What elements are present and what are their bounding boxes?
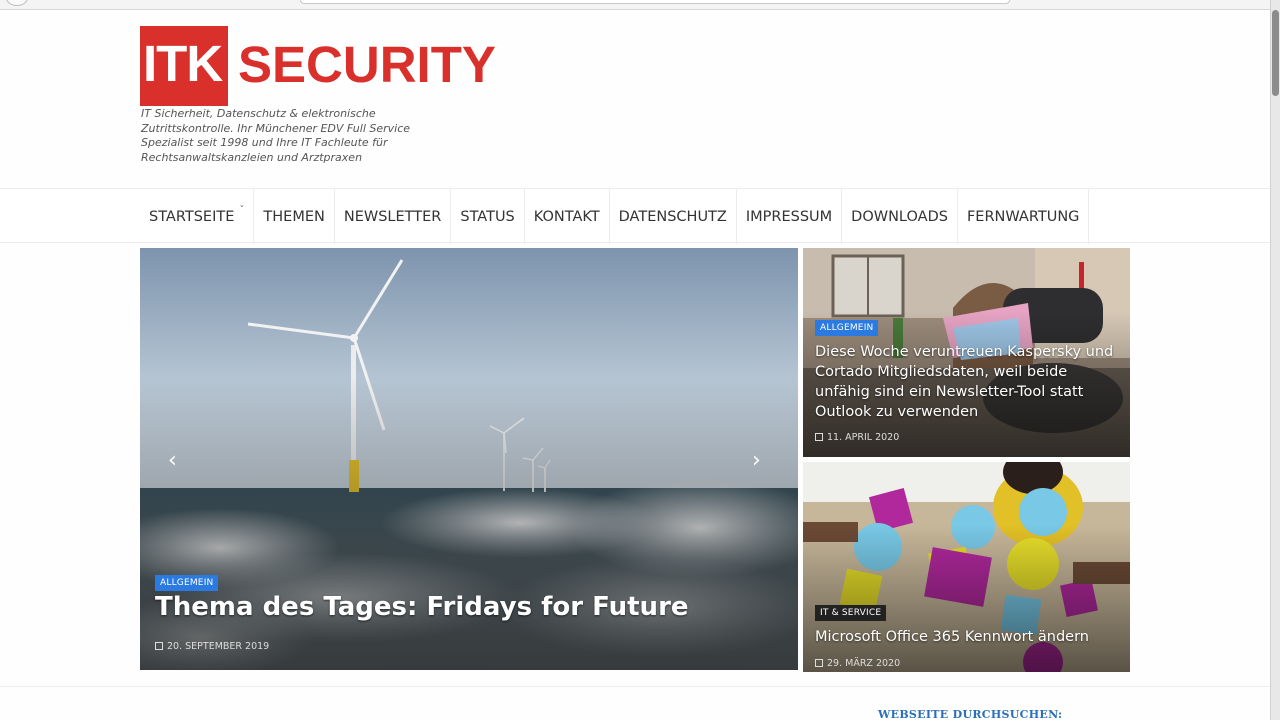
date-text: 11. APRIL 2020	[827, 432, 900, 443]
nav-label: KONTAKT	[533, 208, 600, 225]
side-post-date: 29. MÄRZ 2020	[815, 658, 900, 669]
nav-item-kontakt[interactable]: KONTAKT	[525, 189, 610, 244]
address-bar[interactable]	[300, 0, 1010, 4]
nav-label: DATENSCHUTZ	[618, 208, 727, 225]
search-widget-title: WEBSEITE DURCHSUCHEN:	[878, 708, 1063, 720]
nav-label: STARTSEITE	[149, 208, 235, 225]
logo-wordmark[interactable]: SECURITY	[238, 35, 496, 94]
side-post-date: 11. APRIL 2020	[815, 432, 899, 443]
side-post-title[interactable]: Diese Woche veruntreuen Kaspersky und Co…	[815, 342, 1121, 422]
dropdown-caret-icon: ˇ	[239, 205, 245, 216]
side-post-card[interactable]: IT & SERVICE Microsoft Office 365 Kennwo…	[803, 462, 1130, 672]
nav-label: DOWNLOADS	[851, 208, 948, 225]
nav-label: NEWSLETTER	[343, 208, 442, 225]
site-tagline: IT Sicherheit, Datenschutz & elektronisc…	[141, 107, 411, 164]
featured-slider[interactable]: ‹ › ALLGEMEIN Thema des Tages: Fridays f…	[140, 248, 798, 670]
category-badge[interactable]: ALLGEMEIN	[155, 575, 219, 591]
side-post-card[interactable]: ALLGEMEIN Diese Woche veruntreuen Kasper…	[803, 248, 1130, 457]
image-overlay	[140, 374, 798, 670]
nav-item-status[interactable]: STATUS	[451, 189, 525, 244]
featured-post-title[interactable]: Thema des Tages: Fridays for Future	[155, 592, 689, 622]
web-page: ITK SECURITY IT Sicherheit, Datenschutz …	[0, 10, 1270, 720]
browser-toolbar	[0, 0, 1280, 10]
nav-item-fernwartung[interactable]: FERNWARTUNG	[958, 189, 1090, 244]
date-text: 20. SEPTEMBER 2019	[167, 641, 270, 652]
slider-prev-icon[interactable]: ‹	[168, 448, 177, 473]
nav-label: STATUS	[460, 208, 515, 225]
calendar-icon	[815, 659, 823, 667]
nav-label: THEMEN	[263, 208, 325, 225]
calendar-icon	[155, 642, 163, 650]
page-scrollbar[interactable]	[1270, 0, 1280, 720]
date-text: 29. MÄRZ 2020	[827, 658, 901, 669]
browser-back-button[interactable]	[6, 0, 28, 6]
featured-post-date: 20. SEPTEMBER 2019	[155, 641, 269, 652]
slider-next-icon[interactable]: ›	[752, 448, 761, 473]
content-divider	[0, 686, 1270, 687]
image-overlay	[803, 525, 1130, 672]
nav-label: FERNWARTUNG	[966, 208, 1080, 225]
nav-item-impressum[interactable]: IMPRESSUM	[737, 189, 843, 244]
nav-label: IMPRESSUM	[745, 208, 833, 225]
nav-item-downloads[interactable]: DOWNLOADS	[842, 189, 958, 244]
nav-item-startseite[interactable]: STARTSEITE ˇ	[140, 189, 255, 244]
main-navigation: STARTSEITE ˇ THEMEN NEWSLETTER STATUS KO…	[0, 188, 1270, 244]
side-post-title[interactable]: Microsoft Office 365 Kennwort ändern	[815, 627, 1121, 647]
category-badge[interactable]: ALLGEMEIN	[815, 320, 879, 336]
logo-mark-text: ITK	[143, 35, 223, 92]
scrollbar-thumb[interactable]	[1272, 10, 1279, 96]
logo-mark[interactable]: ITK	[140, 26, 228, 106]
nav-item-datenschutz[interactable]: DATENSCHUTZ	[610, 189, 737, 244]
nav-item-themen[interactable]: THEMEN	[254, 189, 335, 244]
category-badge[interactable]: IT & SERVICE	[815, 605, 887, 621]
calendar-icon	[815, 433, 823, 441]
nav-item-newsletter[interactable]: NEWSLETTER	[335, 189, 452, 244]
